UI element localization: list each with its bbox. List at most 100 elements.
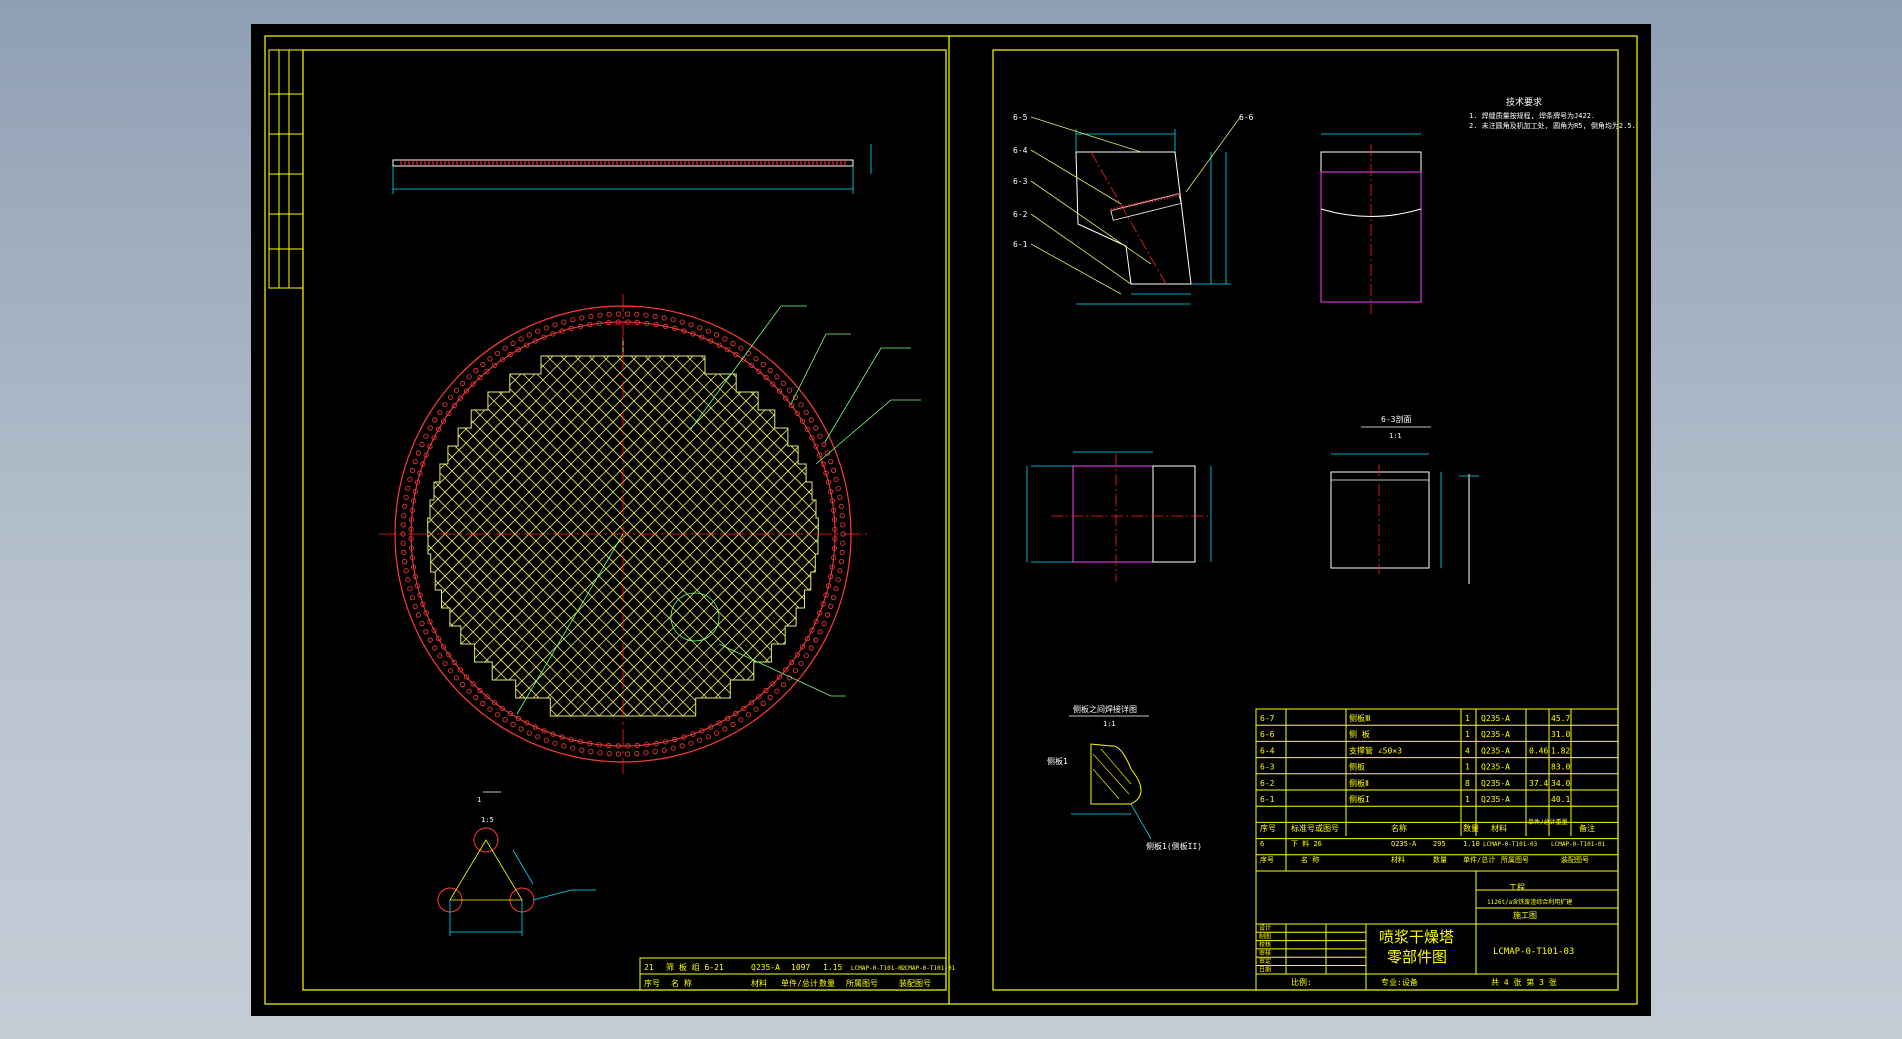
perforation-hole (460, 380, 466, 386)
perforation-hole (634, 750, 640, 757)
perforation-hole (670, 745, 676, 751)
svg-text:Q235-A: Q235-A (751, 963, 780, 972)
left-title-row: 21 筛 板 组 6-21 Q235-A 1097 1.15 LCMAP-0-T… (644, 962, 956, 972)
svg-text:Q235-A: Q235-A (1391, 840, 1417, 848)
perforation-hole (837, 568, 843, 574)
perforation-hole (835, 485, 841, 491)
perforation-hole (442, 402, 448, 408)
perforation-hole (432, 645, 438, 651)
bom-cell: 4 (1465, 746, 1470, 755)
perforation-hole (774, 688, 780, 694)
svg-text:名称: 名称 (1391, 823, 1407, 833)
perforation-hole (688, 740, 694, 746)
bom-cell: 侧板 (1349, 762, 1365, 772)
right-sheet-border (992, 49, 1619, 991)
perforation-hole (840, 540, 846, 546)
perforation-hole (419, 441, 425, 448)
perforation-hole (830, 467, 837, 473)
perforation-hole (510, 721, 516, 728)
svg-text:备注: 备注 (1579, 823, 1595, 833)
svg-text:1.15: 1.15 (823, 963, 842, 972)
perforation-hole (561, 319, 567, 325)
svg-text:装配图号: 装配图号 (899, 978, 931, 988)
perforation-hole (423, 629, 429, 635)
perforation-hole (808, 417, 814, 423)
svg-text:6-3: 6-3 (1013, 177, 1028, 186)
bom-cell: Q235-A (1481, 763, 1510, 772)
perforation-hole (722, 336, 728, 342)
design-stage: 施工图 (1513, 910, 1537, 920)
weld-label-2: 侧板1(侧板II) (1146, 841, 1202, 851)
perforation-hole (448, 394, 454, 400)
bom-cell: 37.4 (1529, 779, 1548, 788)
perforation-hole (830, 594, 837, 601)
bom-cell: 1 (1465, 714, 1470, 723)
perforation-hole (419, 620, 425, 627)
cad-drawing-viewport[interactable]: 1 1:5 21 筛 板 组 6-21 Q235-A 1097 1.15 LCM… (251, 24, 1651, 1016)
perforation-hole (652, 313, 658, 319)
svg-text:6-1: 6-1 (1013, 240, 1028, 249)
perforation-hole (803, 653, 809, 659)
project-name: 1126t/a含铁废渣综合利用扩建 (1487, 898, 1572, 906)
perforation-hole (798, 402, 804, 408)
perforation-hole (634, 311, 640, 317)
perforation-hole (738, 345, 744, 351)
perforation-hole (442, 660, 448, 666)
drawing-number: LCMAP-0-T101-03 (1493, 947, 1574, 957)
svg-text:单件/总计: 单件/总计 (781, 978, 818, 988)
perforation-hole (588, 313, 594, 319)
drawing-title-1: 喷浆干燥塔 (1379, 928, 1454, 946)
perforation-hole (661, 747, 667, 753)
perforation-hole (813, 637, 819, 643)
perforation-hole (570, 317, 576, 323)
sheet-frames (264, 35, 1638, 1005)
perforation-hole (817, 433, 823, 439)
perforation-hole (837, 494, 843, 500)
perforation-hole (473, 367, 479, 374)
perforation-hole (670, 317, 676, 323)
title-block: 工程 1126t/a含铁废渣综合利用扩建 施工图 喷浆干燥塔 零部件图 LCMA… (1291, 883, 1574, 987)
perforation-hole (437, 653, 443, 659)
perforation-hole (543, 325, 549, 331)
perforation-hole (552, 740, 558, 746)
svg-text:材料: 材料 (751, 978, 767, 988)
tech-note-1: 1. 焊缝质量按规程, 焊条牌号为J422. (1469, 111, 1595, 120)
perforation-hole (606, 750, 612, 757)
perforation-hole (833, 476, 839, 482)
perforation-hole (817, 629, 823, 635)
perforation-hole (437, 409, 443, 415)
svg-text:LCMAP-0-T101-03: LCMAP-0-T101-03 (1483, 841, 1538, 848)
perforation-hole (730, 721, 736, 728)
perforation-hole (774, 374, 780, 380)
bom-cell: 8 (1465, 779, 1470, 788)
perforation-hole (780, 681, 787, 688)
bom-cell: 40.1 (1551, 795, 1570, 804)
perforation-hole (466, 688, 472, 694)
perforation-hole (643, 750, 649, 756)
signature-label: 审核 (1259, 949, 1271, 957)
perforation-hole (803, 409, 809, 415)
perforation-hole (643, 312, 649, 318)
perforation-hole (840, 522, 846, 528)
left-header-row: 序号 名 称 材料 单件/总计 数量 所属图号 装配图号 (644, 978, 931, 988)
svg-text:序号: 序号 (1260, 855, 1274, 864)
perforation-hole (714, 332, 720, 338)
bom-cell: 6-4 (1260, 746, 1275, 755)
perforation-hole (821, 441, 827, 448)
perforation-hole (427, 637, 433, 643)
svg-text:序号: 序号 (1260, 823, 1276, 833)
svg-text:6-2: 6-2 (1013, 210, 1028, 219)
perforation-hole (652, 748, 658, 755)
hole-pitch-detail (437, 791, 596, 936)
svg-text:筛 板 组 6-21: 筛 板 组 6-21 (666, 962, 724, 972)
footer-scale: 比例: (1291, 977, 1312, 987)
perforation-hole (808, 645, 814, 651)
signature-label: 制图 (1259, 932, 1271, 940)
section-6-3-view (1330, 453, 1479, 584)
bom-cell: 83.0 (1551, 763, 1570, 772)
perforation-hole (579, 747, 585, 753)
perforation-hole (753, 706, 759, 712)
footer-discipline: 专业:设备 (1381, 977, 1418, 987)
svg-text:数量: 数量 (1433, 855, 1447, 864)
assembly-row: 6 下 料 26 Q235-A 295 1.10 LCMAP-0-T101-03… (1260, 839, 1606, 848)
